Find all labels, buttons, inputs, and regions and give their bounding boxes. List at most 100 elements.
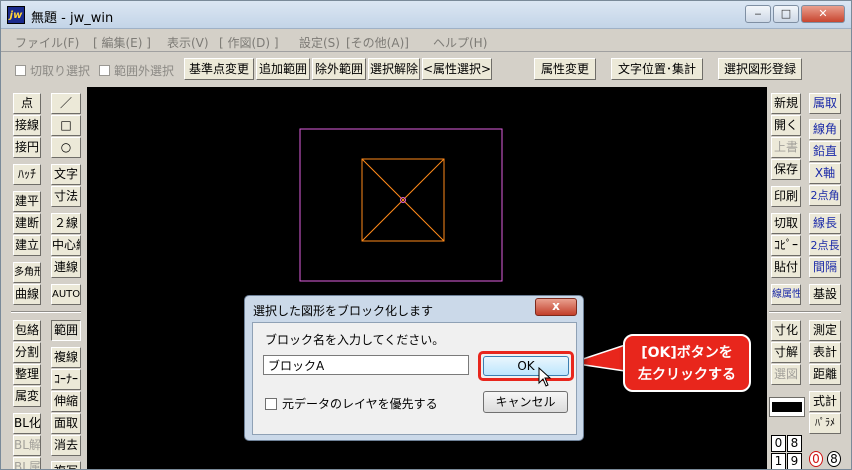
dialog-title: 選択した図形をブロック化します — [253, 304, 434, 318]
tool-parameter[interactable]: ﾊﾟﾗﾒ — [809, 413, 841, 434]
tool-measure[interactable]: 測定 — [809, 320, 841, 341]
add-range-button[interactable]: 追加範囲 — [256, 58, 310, 80]
prefer-original-layer-checkbox[interactable]: 元データのレイヤを優先する — [265, 395, 438, 412]
layer-group-cell[interactable]: 1 — [771, 453, 786, 469]
minimize-button[interactable]: ‒ — [745, 5, 771, 23]
tool-select-figure[interactable]: 選図 — [771, 364, 801, 385]
block-name-prompt: ブロック名を入力してください。 — [265, 333, 445, 347]
close-icon: ✕ — [818, 7, 828, 20]
tool-point[interactable]: 点 — [13, 93, 41, 114]
tool-block-explode[interactable]: BL解 — [13, 435, 41, 456]
tool-elevation[interactable]: 建立 — [13, 235, 41, 256]
tool-organize[interactable]: 整理 — [13, 364, 41, 385]
tool-erase[interactable]: 消去 — [51, 435, 81, 456]
tool-distance[interactable]: 距離 — [809, 364, 841, 385]
menu-other[interactable]: [その他(A)] — [346, 34, 409, 51]
tool-chamfer[interactable]: 面取 — [51, 413, 81, 434]
tool-envelope[interactable]: 包絡 — [13, 320, 41, 341]
tool-attribute-change[interactable]: 属変 — [13, 386, 41, 407]
menu-settings[interactable]: 設定(S) — [299, 34, 340, 51]
tool-extend[interactable]: 伸縮 — [51, 391, 81, 412]
checkbox-box — [15, 65, 26, 76]
menu-draw[interactable]: [ 作図(D) ] — [219, 34, 279, 51]
tool-paste[interactable]: 貼付 — [771, 257, 801, 278]
tool-divide[interactable]: 分割 — [13, 342, 41, 363]
base-point-change-button[interactable]: 基準点変更 — [184, 58, 254, 80]
tool-overwrite[interactable]: 上書 — [771, 137, 801, 158]
cut-select-checkbox[interactable]: 切取り選択 — [15, 62, 90, 79]
tool-table-calc[interactable]: 表計 — [809, 342, 841, 363]
layer-cell[interactable]: 8 — [827, 451, 841, 467]
tool-dim-explode[interactable]: 寸解 — [771, 342, 801, 363]
tool-cut[interactable]: 切取 — [771, 213, 801, 234]
outside-select-checkbox[interactable]: 範囲外選択 — [99, 62, 174, 79]
window-title: 無題 - jw_win — [31, 11, 114, 26]
close-button[interactable]: ✕ — [801, 5, 845, 23]
attribute-change-button[interactable]: 属性変更 — [534, 58, 596, 80]
tool-x-axis[interactable]: X軸 — [809, 163, 841, 184]
layer-group-cell[interactable]: 9 — [787, 453, 802, 469]
tool-base-setting[interactable]: 基設 — [809, 284, 841, 305]
tool-tangent-circle[interactable]: 接円 — [13, 137, 41, 158]
tool-vertical[interactable]: 鉛直 — [809, 141, 841, 162]
tool-dim-convert[interactable]: 寸化 — [771, 320, 801, 341]
text-position-total-button[interactable]: 文字位置･集計 — [611, 58, 703, 80]
tool-text[interactable]: 文字 — [51, 164, 81, 185]
tool-circle[interactable]: ○ — [51, 137, 81, 158]
layer-cell[interactable]: 0 — [809, 451, 823, 467]
tool-offset[interactable]: 複線 — [51, 347, 81, 368]
tool-line-angle[interactable]: 線角 — [809, 119, 841, 140]
register-figure-button[interactable]: 選択図形登録 — [718, 58, 802, 80]
menu-help[interactable]: ヘルプ(H) — [433, 34, 487, 51]
layer-group-cell[interactable]: 8 — [787, 435, 802, 452]
tool-copy[interactable]: 複写 — [51, 461, 81, 469]
ok-button[interactable]: OK — [483, 356, 569, 376]
tool-two-point-length[interactable]: 2点長 — [809, 235, 841, 256]
tool-dimension[interactable]: 寸法 — [51, 186, 81, 207]
tool-save[interactable]: 保存 — [771, 159, 801, 180]
tool-section[interactable]: 建断 — [13, 213, 41, 234]
menu-edit[interactable]: [ 編集(E) ] — [93, 34, 151, 51]
tool-spacing[interactable]: 間隔 — [809, 257, 841, 278]
tool-formula-calc[interactable]: 式計 — [809, 391, 841, 412]
tool-range[interactable]: 範囲 — [51, 320, 81, 341]
tool-double-line[interactable]: ２線 — [51, 213, 81, 234]
deselect-button[interactable]: 選択解除 — [368, 58, 420, 80]
tool-connect-line[interactable]: 連線 — [51, 257, 81, 278]
tool-polygon[interactable]: 多角形 — [13, 262, 41, 283]
separator — [769, 311, 841, 313]
tool-print[interactable]: 印刷 — [771, 186, 801, 207]
instruction-callout: [OK]ボタンを 左クリックする — [623, 334, 751, 392]
tool-get-attribute[interactable]: 属取 — [809, 93, 841, 114]
line-color-swatch[interactable] — [769, 397, 805, 417]
exclude-range-button[interactable]: 除外範囲 — [312, 58, 366, 80]
tool-two-point-angle[interactable]: 2点角 — [809, 185, 841, 206]
tool-plan[interactable]: 建平 — [13, 191, 41, 212]
tool-copy-clipboard[interactable]: ｺﾋﾟｰ — [771, 235, 801, 256]
tool-block-attribute[interactable]: BL属 — [13, 457, 41, 469]
cancel-button[interactable]: キャンセル — [483, 391, 568, 413]
tool-line[interactable]: ／ — [51, 93, 81, 114]
tool-hatch[interactable]: ﾊｯﾁ — [13, 164, 41, 185]
cut-select-label: 切取り選択 — [30, 64, 91, 78]
layer-group-cell[interactable]: 0 — [771, 435, 786, 452]
block-name-input[interactable] — [263, 355, 469, 375]
title-bar[interactable]: jw 無題 - jw_win ‒ □ ✕ — [1, 1, 851, 29]
menu-view[interactable]: 表示(V) — [167, 34, 209, 51]
tool-corner[interactable]: ｺｰﾅｰ — [51, 369, 81, 390]
attribute-select-button[interactable]: <属性選択> — [422, 58, 492, 80]
tool-auto[interactable]: AUTO — [51, 284, 81, 305]
tool-open[interactable]: 開く — [771, 115, 801, 136]
tool-rectangle[interactable]: □ — [51, 115, 81, 136]
tool-line-length[interactable]: 線長 — [809, 213, 841, 234]
tool-curve[interactable]: 曲線 — [13, 284, 41, 305]
tool-tangent-line[interactable]: 接線 — [13, 115, 41, 136]
tool-line-attribute[interactable]: 線属性 — [771, 284, 801, 305]
maximize-button[interactable]: □ — [773, 5, 799, 23]
tool-block-create[interactable]: BL化 — [13, 413, 41, 434]
menu-file[interactable]: ファイル(F) — [15, 34, 79, 51]
tool-center-line[interactable]: 中心線 — [51, 235, 81, 256]
selection-toolbar: 切取り選択 範囲外選択 基準点変更 追加範囲 除外範囲 選択解除 <属性選択> … — [1, 54, 851, 84]
tool-new[interactable]: 新規 — [771, 93, 801, 114]
dialog-close-button[interactable]: x — [535, 298, 577, 316]
